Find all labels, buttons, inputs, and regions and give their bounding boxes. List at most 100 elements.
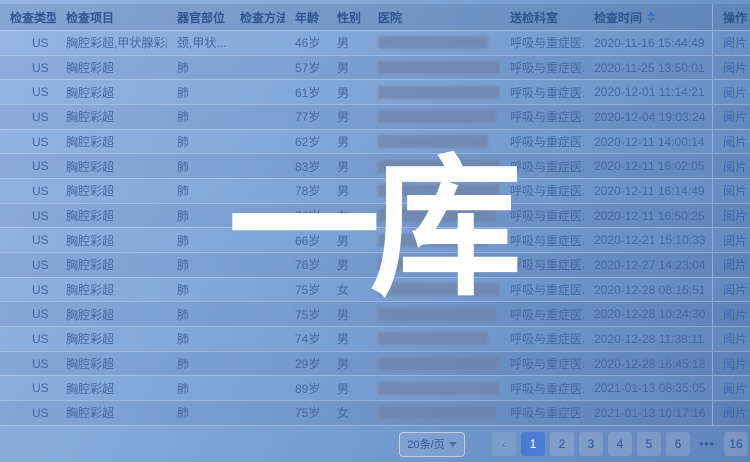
cell-gender: 男 [327, 302, 368, 326]
view-images-link[interactable]: 阅片 [712, 80, 750, 104]
table-row: US胸腔彩超肺61岁男呼吸与重症医...2020-12-01 11:14:21阅… [0, 79, 750, 104]
redacted-hospital-bar [378, 86, 500, 99]
cell-organ: 肺 [167, 179, 230, 203]
cell-method [230, 278, 285, 302]
cell-exam_type: US [0, 302, 56, 326]
cell-age: 76岁 [285, 253, 327, 277]
cell-organ: 肺 [167, 352, 230, 376]
cell-method [230, 80, 285, 104]
page-size-select[interactable]: 20条/页 [399, 432, 465, 457]
view-images-link[interactable]: 阅片 [712, 376, 750, 400]
cell-gender: 男 [327, 105, 368, 129]
table-row: US胸腔彩超肺89岁男呼吸与重症医...2021-01-13 08:35:05阅… [0, 375, 750, 400]
cell-method [230, 179, 285, 203]
column-header-exam_time[interactable]: 检查时间 [584, 4, 712, 30]
view-images-link[interactable]: 阅片 [712, 105, 750, 129]
cell-gender: 男 [327, 179, 368, 203]
cell-hospital [368, 154, 500, 178]
redacted-hospital-bar [378, 61, 500, 74]
view-images-link[interactable]: 阅片 [712, 204, 750, 228]
cell-age: 83岁 [285, 154, 327, 178]
cell-department: 呼吸与重症医... [500, 31, 584, 55]
cell-organ: 肺 [167, 56, 230, 80]
page-button-3[interactable]: 3 [579, 432, 603, 456]
cell-gender: 男 [327, 154, 368, 178]
cell-hospital [368, 352, 500, 376]
column-header-label: 器官部位 [177, 9, 225, 26]
cell-department: 呼吸与重症医... [500, 302, 584, 326]
cell-organ: 肺 [167, 327, 230, 351]
cell-hospital [368, 204, 500, 228]
view-images-link[interactable]: 阅片 [712, 154, 750, 178]
view-images-link[interactable]: 阅片 [712, 228, 750, 252]
cell-gender: 男 [327, 376, 368, 400]
cell-exam_item: 胸腔彩超 [56, 302, 167, 326]
page-button-16[interactable]: 16 [724, 432, 748, 456]
view-images-link[interactable]: 阅片 [712, 352, 750, 376]
page-button-1[interactable]: 1 [521, 432, 545, 456]
view-images-link[interactable]: 阅片 [712, 56, 750, 80]
cell-organ: 肺 [167, 204, 230, 228]
cell-hospital [368, 56, 500, 80]
prev-page-button[interactable]: ‹ [492, 432, 516, 456]
cell-age: 77岁 [285, 105, 327, 129]
view-images-link[interactable]: 阅片 [712, 31, 750, 55]
cell-exam_type: US [0, 179, 56, 203]
redacted-hospital-bar [378, 283, 500, 296]
page-button-6[interactable]: 6 [666, 432, 690, 456]
cell-exam_item: 胸腔彩超 [56, 154, 167, 178]
cell-organ: 肺 [167, 401, 230, 425]
cell-exam_item: 胸腔彩超 [56, 228, 167, 252]
table-row: US胸腔彩超肺66岁男呼吸与重症医...2020-12-21 15:10:33阅… [0, 227, 750, 252]
redacted-hospital-bar [378, 184, 500, 197]
page-button-2[interactable]: 2 [550, 432, 574, 456]
cell-method [230, 204, 285, 228]
cell-exam_time: 2020-12-11 16:14:49 [584, 179, 712, 203]
view-images-link[interactable]: 阅片 [712, 401, 750, 425]
cell-exam_item: 胸腔彩超 [56, 130, 167, 154]
cell-exam_item: 胸腔彩超 [56, 105, 167, 129]
cell-method [230, 376, 285, 400]
column-header-gender: 性别 [327, 4, 368, 30]
page-button-5[interactable]: 5 [637, 432, 661, 456]
cell-exam_type: US [0, 130, 56, 154]
redacted-hospital-bar [378, 160, 500, 173]
column-header-exam_item: 检查项目 [56, 4, 167, 30]
column-header-label: 检查类型 [10, 9, 56, 26]
cell-organ: 颈,甲状... [167, 31, 230, 55]
cell-department: 呼吸与重症医... [500, 352, 584, 376]
view-images-link[interactable]: 阅片 [712, 253, 750, 277]
cell-hospital [368, 228, 500, 252]
cell-method [230, 31, 285, 55]
table-row: US胸腔彩超肺75岁女呼吸与重症医...2021-01-13 10:17:16阅… [0, 400, 750, 425]
cell-hospital [368, 31, 500, 55]
cell-method [230, 154, 285, 178]
sort-ascending-icon[interactable] [647, 11, 655, 23]
column-header-actions: 操作 [712, 4, 750, 30]
redacted-hospital-bar [378, 36, 488, 49]
view-images-link[interactable]: 阅片 [712, 327, 750, 351]
cell-method [230, 105, 285, 129]
page-button-4[interactable]: 4 [608, 432, 632, 456]
cell-department: 呼吸与重症医... [500, 278, 584, 302]
view-images-link[interactable]: 阅片 [712, 302, 750, 326]
cell-gender: 女 [327, 278, 368, 302]
page-ellipsis[interactable]: ••• [695, 432, 719, 456]
view-images-link[interactable]: 阅片 [712, 130, 750, 154]
cell-gender: 男 [327, 327, 368, 351]
cell-age: 89岁 [285, 376, 327, 400]
redacted-hospital-bar [378, 406, 496, 419]
table-row: US胸腔彩超肺29岁男呼吸与重症医...2020-12-28 16:45:18阅… [0, 351, 750, 376]
column-header-label: 检查时间 [594, 9, 642, 26]
table-row: US胸腔彩超肺77岁男呼吸与重症医...2020-12-04 19:03:24阅… [0, 104, 750, 129]
cell-organ: 肺 [167, 302, 230, 326]
cell-organ: 肺 [167, 130, 230, 154]
view-images-link[interactable]: 阅片 [712, 179, 750, 203]
view-images-link[interactable]: 阅片 [712, 278, 750, 302]
cell-hospital [368, 179, 500, 203]
page-size-label: 20条/页 [407, 436, 444, 452]
redacted-hospital-bar [378, 135, 488, 148]
cell-exam_time: 2020-12-11 14:00:14 [584, 130, 712, 154]
cell-hospital [368, 253, 500, 277]
cell-department: 呼吸与重症医... [500, 130, 584, 154]
